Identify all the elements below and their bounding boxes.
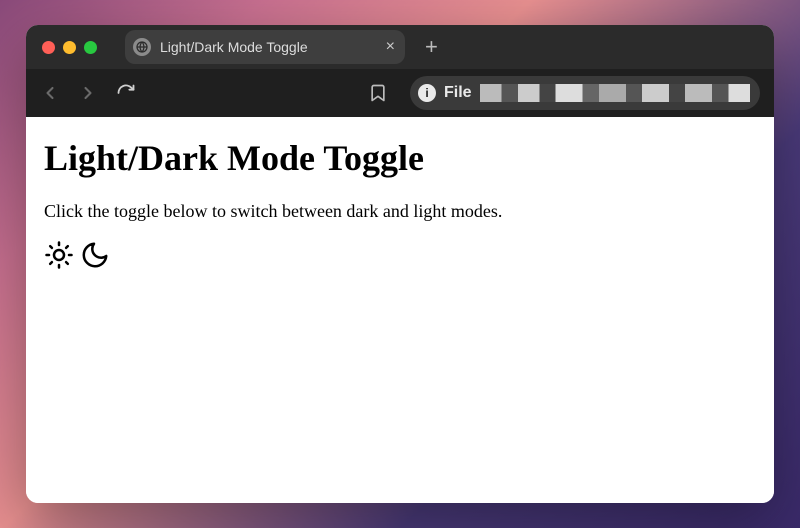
browser-window: Light/Dark Mode Toggle × + i File Light/… <box>26 25 774 503</box>
back-button[interactable] <box>40 83 60 103</box>
address-bar[interactable]: i File <box>410 76 760 110</box>
mode-toggles <box>44 240 756 270</box>
sun-icon <box>44 240 74 270</box>
minimize-window-button[interactable] <box>63 41 76 54</box>
new-tab-button[interactable]: + <box>425 36 438 58</box>
tab-title: Light/Dark Mode Toggle <box>160 39 377 55</box>
browser-tab[interactable]: Light/Dark Mode Toggle × <box>125 30 405 64</box>
titlebar: Light/Dark Mode Toggle × + <box>26 25 774 69</box>
moon-icon <box>80 240 110 270</box>
close-window-button[interactable] <box>42 41 55 54</box>
light-mode-toggle[interactable] <box>44 240 74 270</box>
url-path-obscured <box>480 84 750 102</box>
maximize-window-button[interactable] <box>84 41 97 54</box>
bookmark-button[interactable] <box>368 82 388 104</box>
window-controls <box>42 41 97 54</box>
toolbar: i File <box>26 69 774 117</box>
dark-mode-toggle[interactable] <box>80 240 110 270</box>
info-icon: i <box>418 84 436 102</box>
globe-icon <box>133 38 151 56</box>
page-description: Click the toggle below to switch between… <box>44 201 756 222</box>
url-scheme: File <box>444 84 472 102</box>
reload-button[interactable] <box>116 83 136 103</box>
page-heading: Light/Dark Mode Toggle <box>44 137 756 179</box>
close-tab-button[interactable]: × <box>386 39 395 55</box>
page-content: Light/Dark Mode Toggle Click the toggle … <box>26 117 774 503</box>
forward-button[interactable] <box>78 83 98 103</box>
